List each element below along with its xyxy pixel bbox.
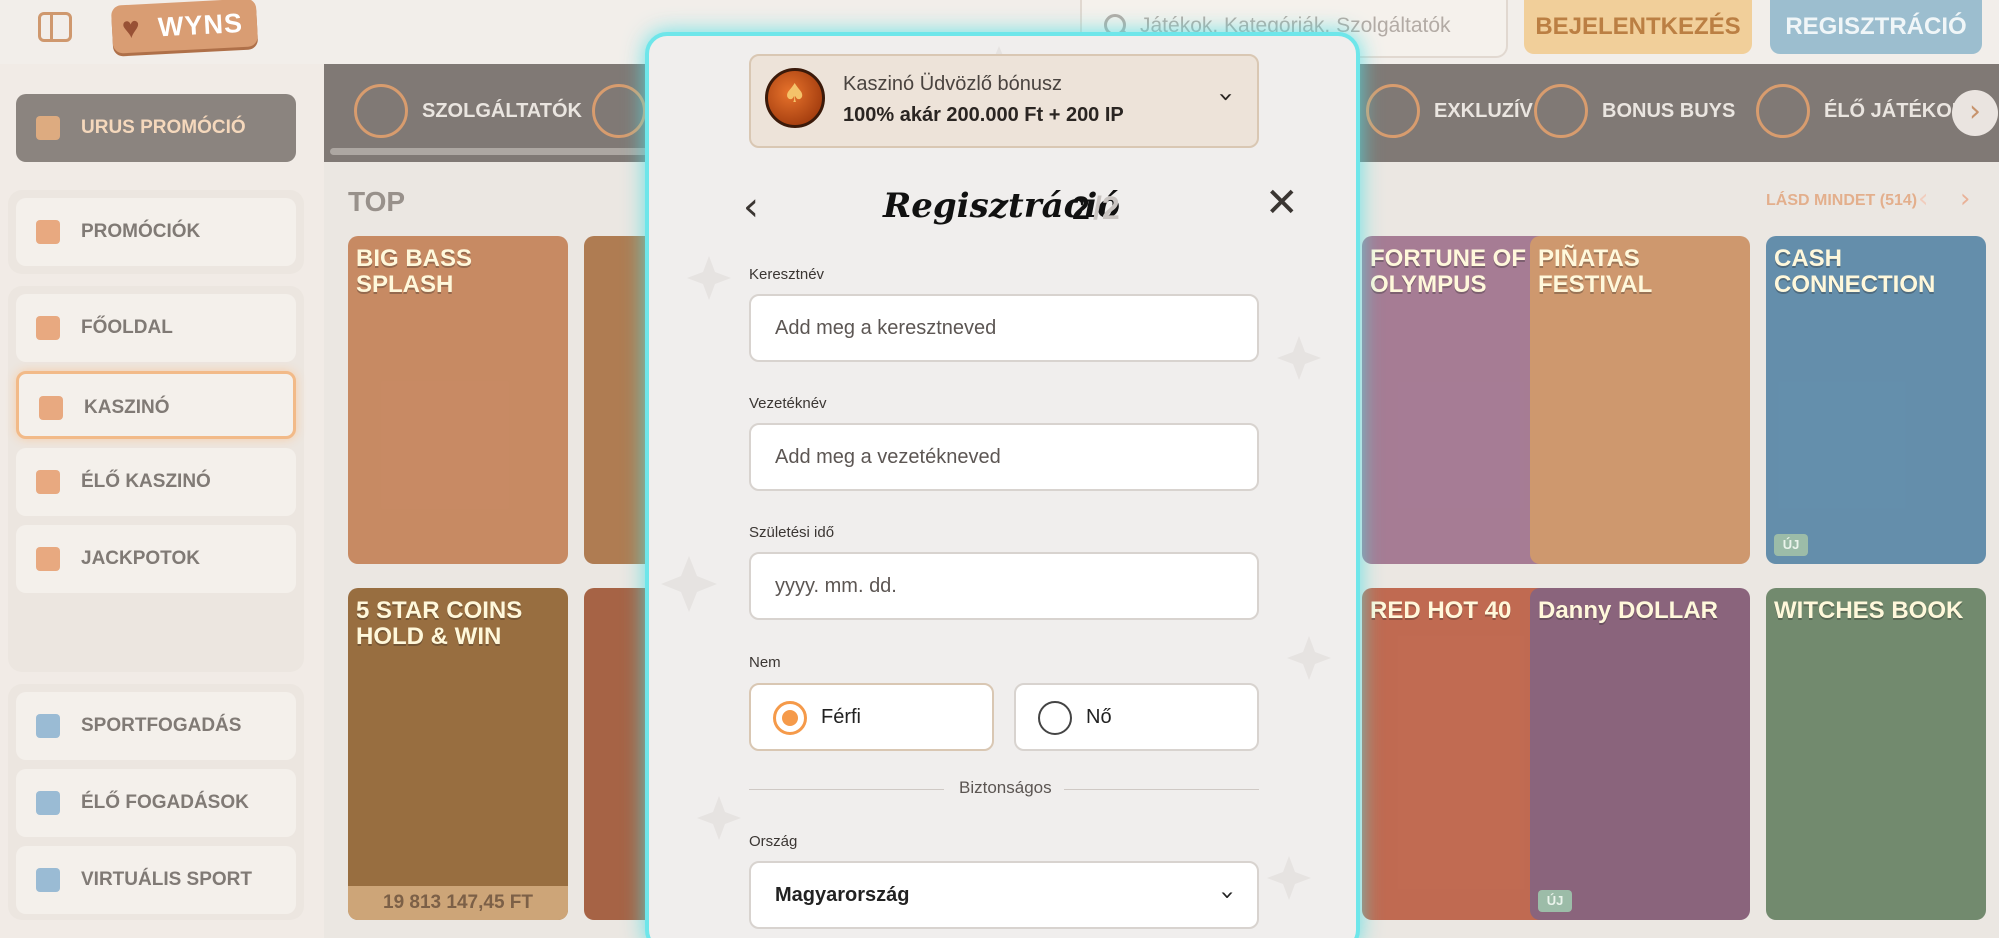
gender-label: Nem [749, 654, 781, 671]
country-value: Magyarország [775, 884, 910, 906]
birth-date-field[interactable]: yyyy. mm. dd. [749, 552, 1259, 620]
radio-empty-icon [1038, 701, 1072, 735]
last-name-field[interactable]: Add meg a vezetékneved [749, 423, 1259, 491]
casino-chip-icon [765, 68, 825, 128]
last-name-placeholder: Add meg a vezetékneved [775, 446, 1001, 468]
gender-male-label: Férfi [821, 706, 861, 728]
country-label: Ország [749, 833, 798, 850]
gender-option-male[interactable]: Férfi [749, 683, 994, 751]
back-button[interactable]: ‹ [743, 184, 759, 230]
close-button[interactable]: ✕ [1265, 180, 1299, 226]
radio-selected-icon [773, 701, 807, 735]
gender-option-female[interactable]: Nő [1014, 683, 1259, 751]
bonus-offer: 100% akár 200.000 Ft + 200 IP [843, 104, 1124, 126]
first-name-field[interactable]: Add meg a keresztneved [749, 294, 1259, 362]
registration-modal: Kaszinó Üdvözlő bónusz 100% akár 200.000… [645, 32, 1360, 938]
birth-date-placeholder: yyyy. mm. dd. [775, 575, 897, 597]
first-name-label: Keresztnév [749, 266, 825, 283]
gender-female-label: Nő [1086, 706, 1112, 728]
divider [749, 789, 944, 790]
birth-date-label: Születési idő [749, 524, 835, 541]
step-total: /2 [1093, 190, 1120, 226]
chevron-down-icon: › [1214, 890, 1243, 900]
bonus-title: Kaszinó Üdvözlő bónusz [843, 73, 1063, 95]
secure-label: Biztonságos [959, 778, 1052, 797]
step-current: 2 [1072, 190, 1090, 226]
last-name-label: Vezetéknév [749, 395, 827, 412]
divider [1064, 789, 1259, 790]
country-select[interactable]: Magyarország › [749, 861, 1259, 929]
bonus-selector[interactable]: Kaszinó Üdvözlő bónusz 100% akár 200.000… [749, 54, 1259, 148]
chevron-down-icon[interactable]: › [1211, 92, 1241, 102]
first-name-placeholder: Add meg a keresztneved [775, 317, 997, 339]
